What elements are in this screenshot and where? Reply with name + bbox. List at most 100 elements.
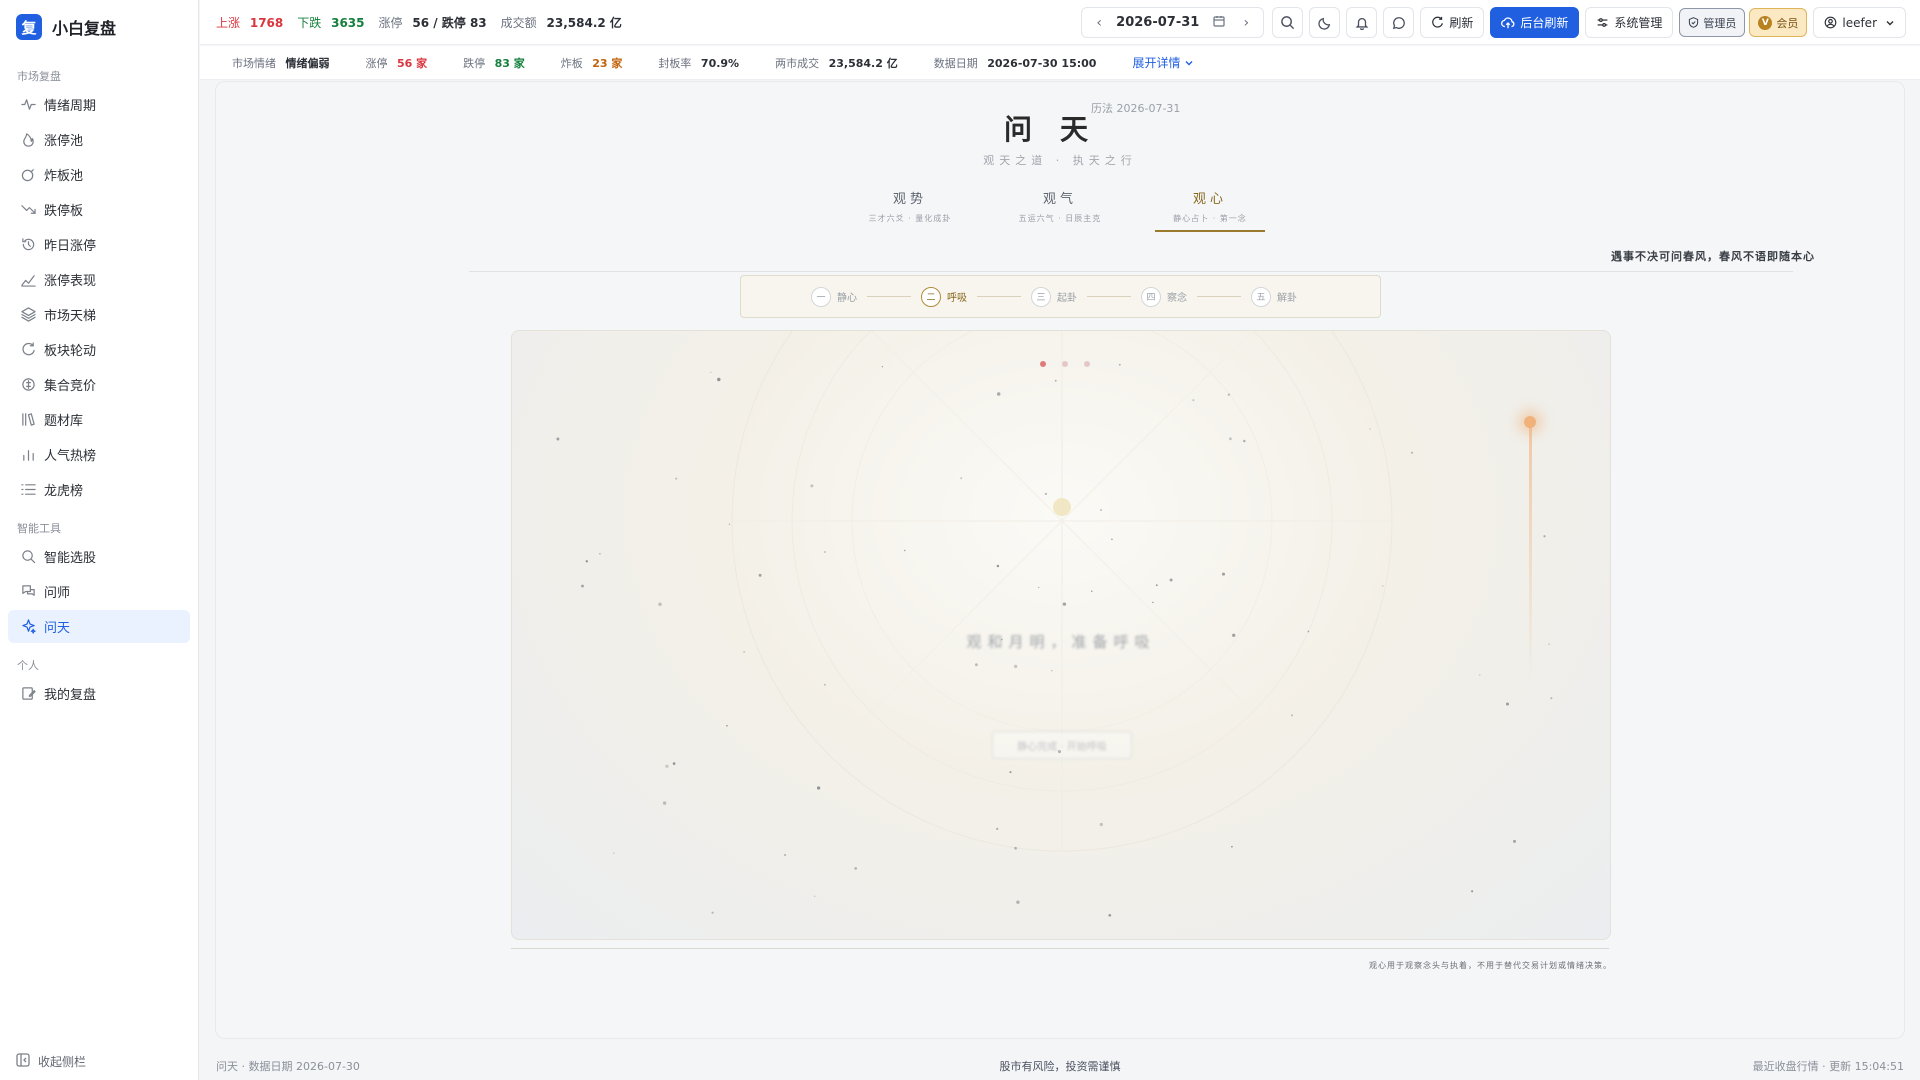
sidebar-item-0-4[interactable]: 昨日涨停 <box>8 228 190 261</box>
sidebar: 复 小白复盘 市场复盘 情绪周期 涨停池 炸板池 跌停板 昨日涨停 涨停表现 市… <box>0 0 199 1080</box>
vip-badge[interactable]: V 会员 <box>1749 8 1808 37</box>
summary-item: 封板率 70.9% <box>658 55 739 71</box>
sidebar-item-0-3[interactable]: 跌停板 <box>8 193 190 226</box>
sidebar-item-0-6[interactable]: 市场天梯 <box>8 298 190 331</box>
pulse-icon <box>20 97 36 113</box>
sidebar-item-label: 问天 <box>44 621 71 636</box>
messages-button[interactable] <box>1383 7 1415 38</box>
date-picker[interactable]: ‹ 2026-07-31 › <box>1081 7 1265 38</box>
expand-details-button[interactable]: 展开详情 <box>1132 54 1194 71</box>
step-progress: 一 静心 二 呼吸 三 起卦 四 察念 五 解卦 <box>740 275 1381 318</box>
step-label: 静心 <box>837 293 857 304</box>
sidebar-item-label: 涨停表现 <box>44 274 97 289</box>
step-1: 二 呼吸 <box>921 286 967 307</box>
tab-name: 观心 <box>1192 192 1227 207</box>
next-date-icon[interactable]: › <box>1237 15 1255 31</box>
calendar-icon[interactable] <box>1213 15 1225 31</box>
topbar: 上涨 1768 下跌 3635 涨停 56 / 跌停 83 成交额 23,584… <box>200 0 1920 45</box>
market-stat: 成交额 23,584.2 亿 <box>501 14 622 31</box>
step-connector <box>867 296 911 297</box>
user-menu-button[interactable]: leefer <box>1813 7 1906 38</box>
market-stat: 上涨 1768 <box>216 14 283 31</box>
summary-item: 跌停 83 家 <box>463 55 525 71</box>
sidebar-item-1-0[interactable]: 智能选股 <box>8 540 190 573</box>
tab-1[interactable]: 观气 五运六气 · 日辰主克 <box>1005 188 1115 232</box>
market-stat: 涨停 56 / 跌停 83 <box>379 14 487 31</box>
admin-label: 管理员 <box>1703 16 1737 30</box>
sidebar-item-0-5[interactable]: 涨停表现 <box>8 263 190 296</box>
sidebar-item-0-8[interactable]: 集合竞价 <box>8 368 190 401</box>
market-stats: 上涨 1768 下跌 3635 涨停 56 / 跌停 83 成交额 23,584… <box>216 14 636 31</box>
summary-key: 炸板 <box>560 56 583 70</box>
tab-2[interactable]: 观心 静心占卜 · 第一念 <box>1155 188 1265 232</box>
step-connector <box>1087 296 1131 297</box>
sidebar-item-label: 集合竞价 <box>44 379 97 394</box>
summary-key: 封板率 <box>658 56 692 70</box>
stat-key: 成交额 <box>500 15 537 30</box>
summary-value: 23 家 <box>592 56 623 70</box>
sidebar-item-label: 问师 <box>44 586 71 601</box>
prev-date-icon[interactable]: ‹ <box>1090 15 1108 31</box>
sidebar-nav: 市场复盘 情绪周期 涨停池 炸板池 跌停板 昨日涨停 涨停表现 市场天梯 板块轮… <box>0 68 198 710</box>
step-label: 起卦 <box>1057 293 1077 304</box>
history-icon <box>20 237 36 253</box>
refresh-button[interactable]: 刷新 <box>1420 7 1485 38</box>
collapse-sidebar-button[interactable]: 收起侧栏 <box>16 1053 86 1070</box>
sidebar-item-label: 跌停板 <box>44 204 84 219</box>
summary-value: 情绪偏弱 <box>285 56 330 70</box>
meditation-canvas[interactable]: 观和月明，准备呼吸 静心完成 · 开始呼吸 <box>511 330 1611 940</box>
sidebar-item-1-1[interactable]: 问师 <box>8 575 190 608</box>
summary-item: 数据日期 2026-07-30 15:00 <box>934 55 1097 71</box>
tab-description: 静心占卜 · 第一念 <box>1173 214 1247 223</box>
sidebar-item-0-2[interactable]: 炸板池 <box>8 158 190 191</box>
theme-toggle-button[interactable] <box>1309 7 1341 38</box>
sidebar-item-0-10[interactable]: 人气热榜 <box>8 438 190 471</box>
sidebar-item-0-1[interactable]: 涨停池 <box>8 123 190 156</box>
sidebar-item-label: 情绪周期 <box>44 99 97 114</box>
trend-down-icon <box>20 202 36 218</box>
collapse-label: 收起侧栏 <box>38 1055 87 1069</box>
user-icon <box>1825 16 1837 29</box>
summary-key: 数据日期 <box>933 56 978 70</box>
sidebar-item-0-0[interactable]: 情绪周期 <box>8 88 190 121</box>
footnote: 观心用于观察念头与执着，不用于替代交易计划或情绪决策。 <box>1369 961 1612 970</box>
step-label: 解卦 <box>1277 293 1297 304</box>
refresh-icon <box>20 342 36 358</box>
cloud-upload-icon <box>1501 16 1515 28</box>
search-icon <box>20 549 36 565</box>
sidebar-item-0-7[interactable]: 板块轮动 <box>8 333 190 366</box>
search-button[interactable] <box>1272 7 1304 38</box>
sidebar-item-1-2[interactable]: 问天 <box>8 610 190 643</box>
start-breathing-button[interactable]: 静心完成 · 开始呼吸 <box>992 731 1132 759</box>
admin-badge: 管理员 <box>1679 8 1746 37</box>
current-date[interactable]: 2026-07-31 <box>1116 15 1199 30</box>
step-connector <box>1197 296 1241 297</box>
system-settings-button[interactable]: 系统管理 <box>1585 7 1674 38</box>
summary-value: 23,584.2 亿 <box>828 56 898 70</box>
sidebar-item-2-0[interactable]: 我的复盘 <box>8 677 190 710</box>
market-summary-items: 市场情绪 情绪偏弱 涨停 56 家 跌停 83 家 炸板 23 家 封板率 70… <box>232 55 1132 71</box>
layers-icon <box>20 307 36 323</box>
quote-text: 遇事不决可问春风，春风不语即随本心 <box>1611 250 1815 263</box>
tab-name: 观势 <box>892 192 927 207</box>
tab-name: 观气 <box>1042 192 1077 207</box>
sidebar-item-0-11[interactable]: 龙虎榜 <box>8 473 190 506</box>
coins-icon <box>20 377 36 393</box>
tab-description: 五运六气 · 日辰主克 <box>1018 214 1102 223</box>
notifications-button[interactable] <box>1346 7 1378 38</box>
brand[interactable]: 复 小白复盘 <box>0 0 198 54</box>
tab-0[interactable]: 观势 三才六爻 · 量化成卦 <box>855 188 965 232</box>
mode-tabs: 观势 三才六爻 · 量化成卦 观气 五运六气 · 日辰主克 观心 静心占卜 · … <box>216 188 1904 232</box>
summary-item: 市场情绪 情绪偏弱 <box>232 55 330 71</box>
sidebar-item-label: 昨日涨停 <box>44 239 97 254</box>
sidebar-item-label: 涨停池 <box>44 134 84 149</box>
sidebar-item-label: 人气热榜 <box>44 449 97 464</box>
summary-item: 炸板 23 家 <box>561 55 623 71</box>
background-refresh-button[interactable]: 后台刷新 <box>1490 7 1580 38</box>
sidebar-item-0-9[interactable]: 题材库 <box>8 403 190 436</box>
divider <box>469 271 1793 272</box>
step-number: 五 <box>1251 286 1271 307</box>
sidebar-item-label: 龙虎榜 <box>44 484 84 499</box>
summary-key: 两市成交 <box>775 56 820 70</box>
summary-value: 56 家 <box>397 56 428 70</box>
